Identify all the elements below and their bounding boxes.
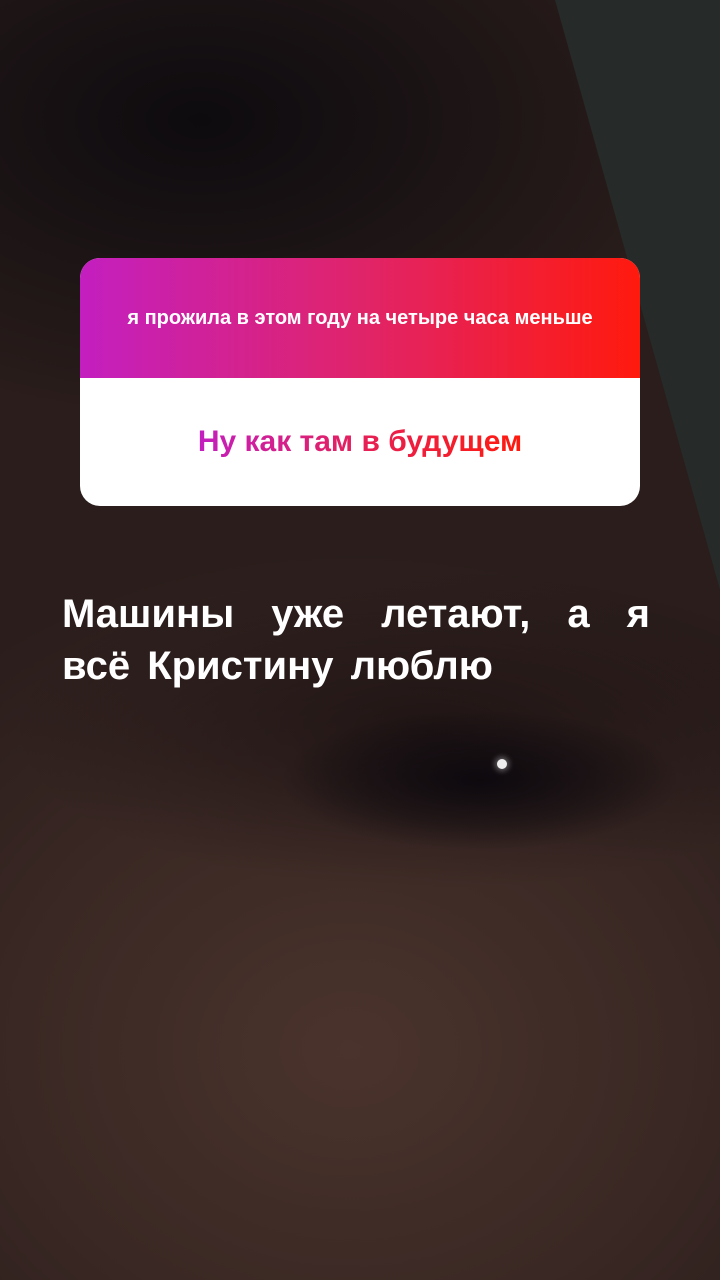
question-prompt: я прожила в этом году на четыре часа мен… xyxy=(127,307,593,329)
question-answer: Ну как там в будущем xyxy=(197,425,523,458)
eye-highlight xyxy=(497,759,507,769)
story-caption: Машины уже летают, а я всё Кристину любл… xyxy=(62,592,650,688)
question-sticker-body: Ну как там в будущем xyxy=(80,378,640,506)
story-screen: я прожила в этом году на четыре часа мен… xyxy=(0,0,720,1280)
question-sticker[interactable]: я прожила в этом году на четыре часа мен… xyxy=(80,258,640,506)
question-sticker-header: я прожила в этом году на четыре часа мен… xyxy=(80,258,640,378)
